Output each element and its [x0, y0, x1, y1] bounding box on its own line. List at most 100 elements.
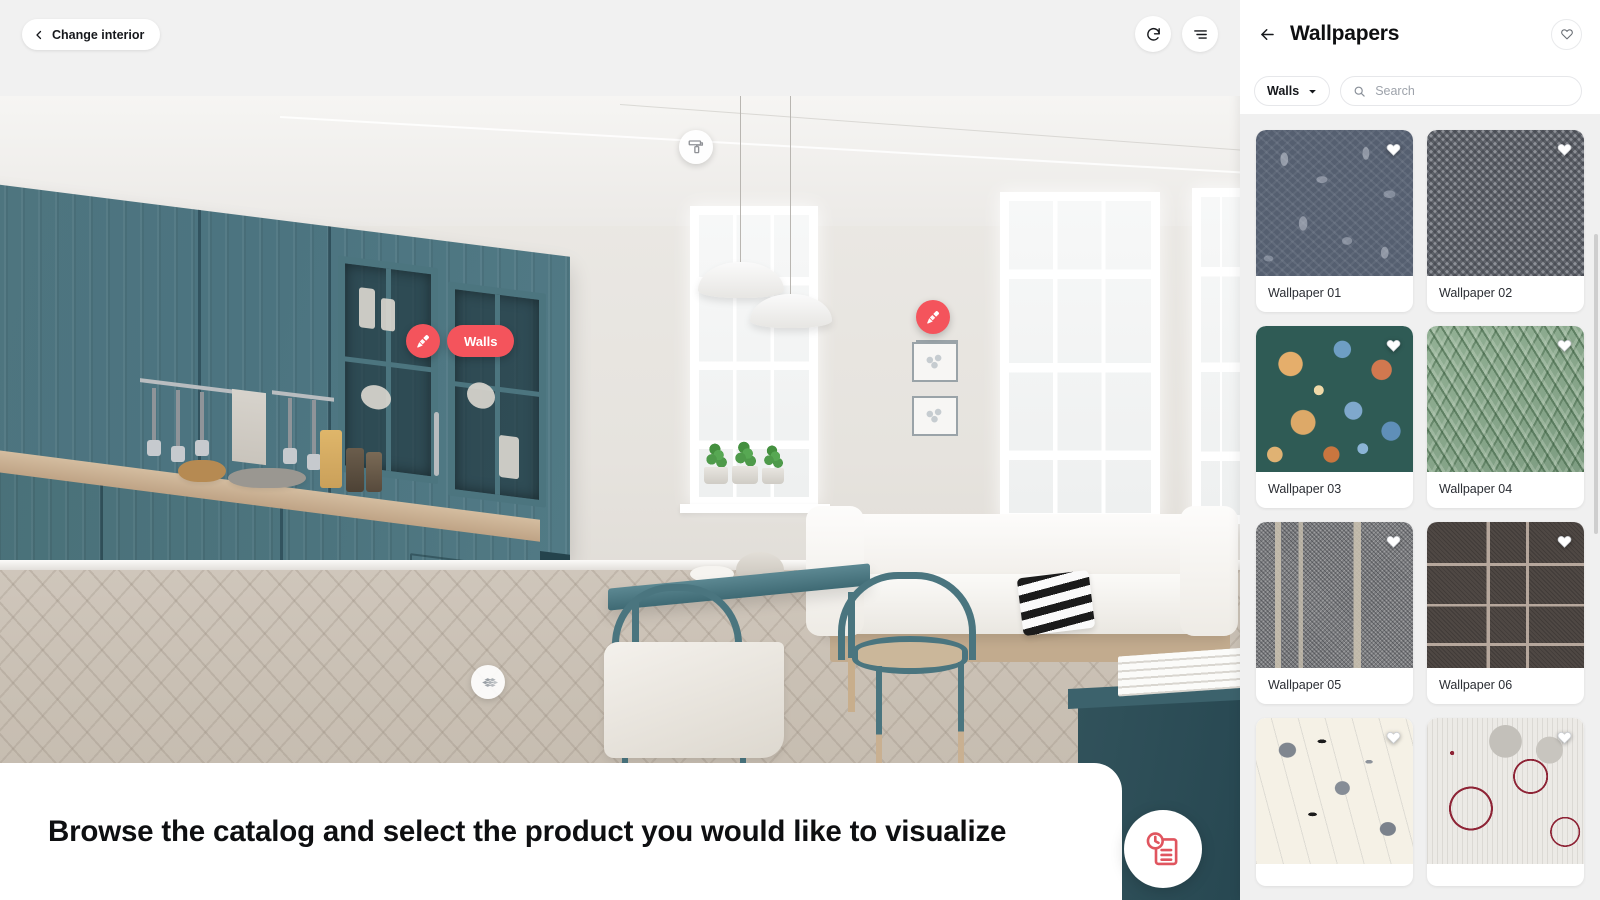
heart-icon — [1386, 144, 1401, 156]
potted-plant — [732, 440, 758, 484]
wall-art-small-lower-a — [912, 342, 958, 382]
accent-marker-pin[interactable] — [916, 300, 950, 334]
catalog-card-thumbnail — [1427, 718, 1584, 864]
utensil — [195, 392, 209, 456]
change-interior-button[interactable]: Change interior — [22, 19, 161, 50]
plant-pot — [762, 468, 784, 484]
window-panes — [1201, 197, 1240, 515]
catalog-back-button[interactable] — [1254, 21, 1280, 47]
catalog-card-label: Wallpaper 06 — [1439, 678, 1513, 692]
catalog-card-label — [1427, 864, 1584, 886]
viewer-actions — [1135, 16, 1218, 52]
favorite-toggle[interactable] — [1554, 139, 1575, 160]
favorite-toggle[interactable] — [1383, 727, 1404, 748]
heart-icon — [1557, 340, 1572, 352]
chair-throw-blanket — [604, 642, 784, 758]
catalog-filters: Walls — [1240, 68, 1600, 114]
jar — [346, 448, 364, 492]
favorites-button[interactable] — [1551, 18, 1582, 50]
catalog-card-label — [1256, 864, 1413, 886]
potted-plant — [762, 444, 784, 484]
utensil — [171, 390, 185, 462]
paint-brush-icon — [926, 310, 939, 324]
chevron-left-icon — [36, 30, 42, 39]
catalog-card[interactable]: Wallpaper 03 — [1256, 326, 1413, 508]
menu-button[interactable] — [1182, 16, 1218, 52]
reset-view-button[interactable] — [1135, 16, 1171, 52]
clipboard-clock-icon — [1146, 832, 1178, 866]
interior-viewer[interactable]: Change interior Walls Browse the catalog… — [0, 0, 1240, 900]
plant-pot — [704, 467, 728, 484]
heart-icon — [1386, 536, 1401, 548]
catalog-search-input[interactable] — [1375, 84, 1569, 98]
catalog-card[interactable]: Wallpaper 04 — [1427, 326, 1584, 508]
catalog-card[interactable]: Wallpaper 05 — [1256, 522, 1413, 704]
catalog-panel-header: Wallpapers — [1240, 0, 1600, 68]
favorite-toggle[interactable] — [1383, 139, 1404, 160]
catalog-card-label: Wallpaper 01 — [1268, 286, 1342, 300]
heart-outline-icon — [1560, 29, 1573, 40]
catalog-title: Wallpapers — [1290, 22, 1400, 45]
menu-lines-icon — [1193, 29, 1207, 39]
change-interior-label: Change interior — [52, 27, 145, 42]
heart-icon — [1557, 536, 1572, 548]
catalog-card-label: Wallpaper 04 — [1439, 482, 1513, 496]
ceiling-surface-button[interactable] — [679, 130, 713, 164]
plant-pot — [732, 466, 758, 484]
catalog-card-thumbnail — [1256, 522, 1413, 668]
history-fab-button[interactable] — [1124, 810, 1202, 888]
catalog-search-box[interactable] — [1340, 76, 1582, 106]
catalog-card[interactable] — [1427, 718, 1584, 886]
walls-marker-label-text: Walls — [464, 333, 498, 349]
catalog-card[interactable]: Wallpaper 01 — [1256, 130, 1413, 312]
catalog-panel: Wallpapers Walls Search Wallpaper 01 Wal… — [1240, 0, 1600, 900]
rotate-refresh-icon — [1146, 27, 1160, 41]
glass-cabinet-door-2[interactable] — [448, 281, 546, 508]
pendant-cord-1 — [740, 96, 741, 264]
sofa-arm-right — [1180, 506, 1238, 636]
faucet — [434, 412, 439, 476]
utensil — [283, 398, 297, 464]
catalog-card[interactable]: Wallpaper 06 — [1427, 522, 1584, 704]
favorite-toggle[interactable] — [1554, 335, 1575, 356]
dish — [381, 297, 395, 332]
catalog-card-label: Wallpaper 03 — [1268, 482, 1342, 496]
jar — [366, 452, 382, 492]
favorite-toggle[interactable] — [1554, 727, 1575, 748]
favorite-toggle[interactable] — [1554, 531, 1575, 552]
walls-marker-label[interactable]: Walls — [447, 325, 515, 357]
potted-plant — [704, 442, 728, 484]
surface-filter-label: Walls — [1267, 84, 1300, 98]
instruction-banner: Browse the catalog and select the produc… — [0, 763, 1122, 900]
favorite-toggle[interactable] — [1383, 335, 1404, 356]
walls-marker-pin[interactable] — [406, 324, 440, 358]
arrow-left-icon — [1260, 28, 1274, 40]
floor-surface-button[interactable] — [471, 665, 505, 699]
jar — [320, 430, 342, 488]
window-panes — [1009, 201, 1151, 513]
favorite-toggle[interactable] — [1383, 531, 1404, 552]
heart-icon — [1386, 732, 1401, 744]
floor-tiles-icon — [481, 677, 498, 687]
catalog-card-thumbnail — [1256, 130, 1413, 276]
catalog-card-thumbnail — [1256, 326, 1413, 472]
catalog-card[interactable] — [1256, 718, 1413, 886]
viewer-toolbar: Change interior — [0, 0, 1240, 96]
catalog-card-label: Wallpaper 05 — [1268, 678, 1342, 692]
app-root: Change interior Walls Browse the catalog… — [0, 0, 1600, 900]
heart-icon — [1557, 144, 1572, 156]
paint-roller-icon — [688, 140, 704, 154]
paint-brush-icon — [416, 334, 429, 348]
catalog-card-label: Wallpaper 02 — [1439, 286, 1513, 300]
kitchen-towel — [232, 388, 266, 466]
instruction-banner-text: Browse the catalog and select the produc… — [48, 814, 1007, 848]
catalog-grid-container[interactable]: Wallpaper 01 Wallpaper 02 Wallpaper 03 W… — [1240, 114, 1600, 900]
book-stack — [1118, 647, 1240, 697]
catalog-scrollbar[interactable] — [1594, 234, 1598, 534]
plant-leaves — [733, 440, 757, 470]
window-right — [1192, 188, 1240, 524]
catalog-card[interactable]: Wallpaper 02 — [1427, 130, 1584, 312]
surface-filter-dropdown[interactable]: Walls — [1254, 76, 1331, 106]
heart-icon — [1386, 340, 1401, 352]
striped-pillow — [1016, 569, 1096, 637]
